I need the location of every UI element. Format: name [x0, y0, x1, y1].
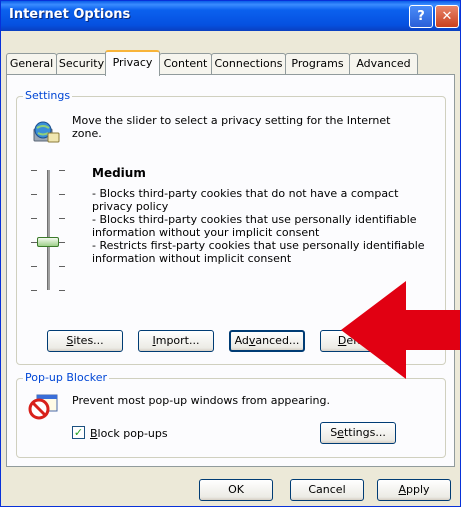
tab-security[interactable]: Security — [56, 53, 107, 74]
slider-tick — [31, 194, 37, 195]
slider-tick — [59, 194, 65, 195]
tab-connections[interactable]: Connections — [211, 53, 286, 74]
apply-button[interactable]: Apply — [377, 479, 451, 501]
popup-blocker-group-label: Pop-up Blocker — [23, 371, 110, 384]
title-bar[interactable]: Internet Options ? ✕ — [1, 1, 460, 31]
arrow-shape — [341, 281, 460, 379]
instruction-line-2: zone. — [72, 127, 102, 140]
privacy-tab-panel: Settings Move the slider to select a pri… — [6, 74, 455, 467]
slider-tick — [59, 266, 65, 267]
popup-settings-button[interactable]: Settings... — [320, 422, 396, 444]
tab-general[interactable]: General — [6, 53, 57, 74]
block-popups-accesskey: B — [90, 427, 98, 440]
advanced-privacy-button[interactable]: Advanced... — [229, 330, 305, 352]
popup-blocker-description: Prevent most pop-up windows from appeari… — [72, 394, 330, 407]
close-icon: ✕ — [441, 9, 453, 24]
slider-tick — [59, 170, 65, 171]
block-popups-label-text: lock pop-ups — [97, 427, 168, 440]
window-title: Internet Options — [9, 7, 131, 22]
popup-settings-label: ttings... — [343, 426, 386, 439]
privacy-globe-icon — [33, 121, 60, 143]
tab-advanced[interactable]: Advanced — [349, 53, 418, 74]
popup-settings-accesskey: e — [337, 426, 344, 439]
block-popups-checkbox[interactable]: ✓ — [72, 426, 85, 439]
description-line: - Blocks third-party cookies that use pe… — [92, 213, 417, 226]
import-button-label: mport... — [155, 334, 200, 347]
slider-tick — [31, 266, 37, 267]
slider-tick — [59, 290, 65, 291]
description-line: - Restricts first-party cookies that use… — [92, 239, 425, 252]
slider-tick — [59, 218, 65, 219]
help-icon: ? — [417, 9, 425, 24]
slider-tick — [59, 242, 65, 243]
apply-button-accesskey: A — [398, 483, 406, 496]
red-arrow-annotation — [341, 281, 460, 379]
instruction-line-1: Move the slider to select a privacy sett… — [72, 114, 391, 127]
tab-programs[interactable]: Programs — [285, 53, 350, 74]
description-line: information without your implicit consen… — [92, 226, 320, 239]
internet-options-dialog: Internet Options ? ✕ General Security Pr… — [0, 0, 461, 507]
popup-blocker-icon — [28, 394, 58, 420]
sites-button-label: ites... — [73, 334, 104, 347]
close-button[interactable]: ✕ — [435, 5, 459, 28]
advanced-button-label: Ad — [234, 334, 249, 347]
description-line: privacy policy — [92, 200, 169, 213]
privacy-slider[interactable] — [29, 164, 69, 294]
tab-privacy[interactable]: Privacy — [105, 50, 160, 76]
sites-button[interactable]: Sites... — [47, 330, 123, 352]
description-line: information without implicit consent — [92, 252, 292, 265]
import-button[interactable]: Import... — [138, 330, 214, 352]
privacy-level-title: Medium — [92, 166, 146, 180]
popup-blocker-group: Pop-up Blocker Prevent most pop-up windo… — [16, 371, 446, 458]
help-button[interactable]: ? — [409, 5, 433, 28]
apply-button-label: pply — [406, 483, 430, 496]
slider-thumb[interactable] — [37, 237, 59, 247]
tab-content[interactable]: Content — [159, 53, 212, 74]
slider-tick — [31, 218, 37, 219]
block-popups-label[interactable]: Block pop-ups — [90, 427, 168, 440]
description-line: - Blocks third-party cookies that do not… — [92, 187, 399, 200]
checkmark-icon: ✓ — [73, 426, 84, 439]
cancel-button[interactable]: Cancel — [290, 479, 364, 501]
slider-tick — [31, 170, 37, 171]
settings-group-label: Settings — [23, 89, 73, 102]
slider-tick — [31, 290, 37, 291]
slider-track — [47, 170, 50, 290]
ok-button[interactable]: OK — [199, 479, 273, 501]
advanced-button-label: anced... — [255, 334, 300, 347]
